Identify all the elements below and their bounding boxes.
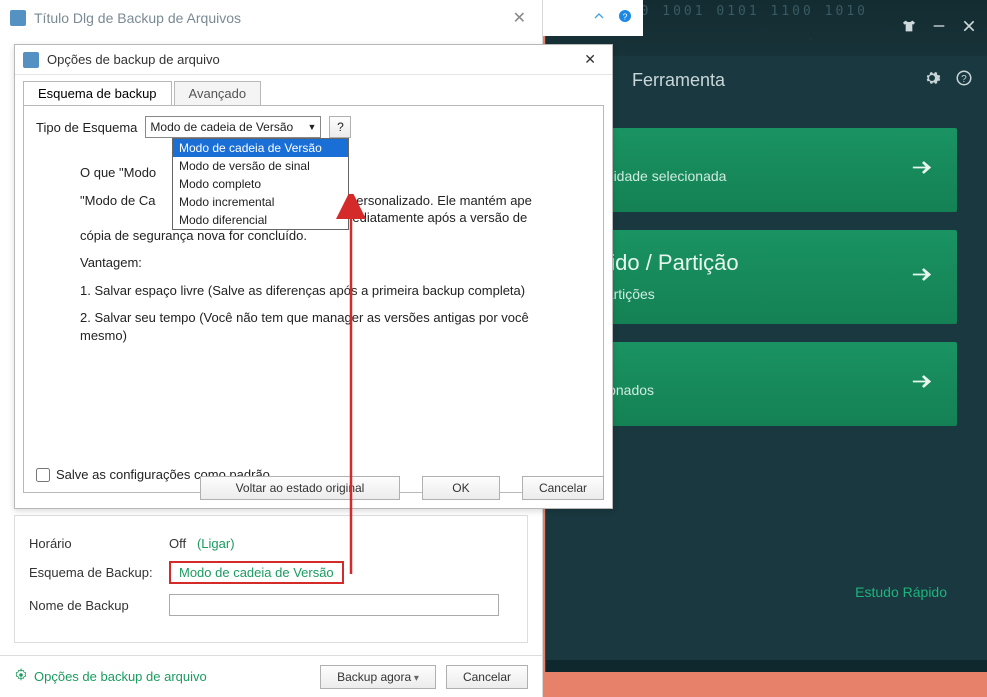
options-dialog: Opções de backup de arquivo ✕ Esquema de… (14, 44, 613, 509)
options-dialog-title: Opções de backup de arquivo (47, 52, 220, 67)
svg-text:?: ? (623, 11, 628, 21)
chevron-up-icon[interactable] (591, 8, 607, 29)
card-selected-drive[interactable]: unidade selecionada (576, 128, 957, 212)
help-button[interactable]: ? (329, 116, 351, 138)
schedule-value: Off (169, 536, 186, 551)
main-dialog-titlebar: Título Dlg de Backup de Arquivos ✕ (0, 0, 542, 36)
dropdown-item-chain[interactable]: Modo de cadeia de Versão (173, 139, 348, 157)
combo-selected-text: Modo de cadeia de Versão (150, 120, 293, 134)
scheme-label: Esquema de Backup: (29, 565, 169, 580)
tshirt-icon[interactable] (901, 18, 917, 39)
close-icon[interactable]: ✕ (507, 8, 532, 28)
app-icon (10, 10, 26, 26)
tab-advanced[interactable]: Avançado (174, 81, 262, 105)
scheme-type-label: Tipo de Esquema (36, 120, 137, 135)
scheme-type-dropdown: Modo de cadeia de Versão Modo de versão … (172, 138, 349, 230)
options-link-text: Opções de backup de arquivo (34, 669, 207, 684)
dropdown-item-signal[interactable]: Modo de versão de sinal (173, 157, 348, 175)
options-dialog-titlebar: Opções de backup de arquivo ✕ (15, 45, 612, 75)
backup-now-button[interactable]: Backup agora (320, 665, 436, 689)
menu-item-ferramenta[interactable]: Ferramenta (608, 70, 749, 91)
help-icon[interactable]: ? (955, 69, 973, 92)
gear-icon (14, 668, 28, 685)
card-partition[interactable]: gido / Partição partições (576, 230, 957, 324)
arrow-right-icon (909, 264, 935, 291)
restore-defaults-button[interactable]: Voltar ao estado original (200, 476, 400, 500)
desc-advantage-2: 2. Salvar seu tempo (Você não tem que ma… (80, 309, 560, 344)
app-icon (23, 52, 39, 68)
tab-pane-scheme: Tipo de Esquema Modo de cadeia de Versão… (23, 105, 604, 493)
card-title: gido / Partição (598, 250, 935, 276)
dropdown-item-differential[interactable]: Modo diferencial (173, 211, 348, 229)
desc-advantage-1: 1. Salvar espaço livre (Salve as diferen… (80, 282, 560, 300)
arrow-right-icon (909, 371, 935, 398)
desc-advantage-title: Vantagem: (80, 254, 560, 272)
scheme-type-combo[interactable]: Modo de cadeia de Versão ▼ (145, 116, 321, 138)
card-subtitle: partições (598, 286, 935, 302)
schedule-label: Horário (29, 536, 169, 551)
dropdown-item-complete[interactable]: Modo completo (173, 175, 348, 193)
cancel-button[interactable]: Cancelar (522, 476, 604, 500)
svg-text:?: ? (961, 73, 967, 84)
topstrip: ? (543, 0, 643, 36)
chevron-down-icon: ▼ (308, 122, 317, 132)
progress-strip (546, 660, 987, 672)
quick-study-link[interactable]: Estudo Rápido (855, 584, 947, 600)
help-circle-icon[interactable]: ? (617, 8, 633, 29)
close-icon[interactable]: ✕ (576, 49, 604, 70)
schedule-enable-link[interactable]: (Ligar) (197, 536, 235, 551)
main-dialog-footer: Opções de backup de arquivo Backup agora… (0, 655, 542, 697)
card-subtitle: unidade selecionada (598, 168, 935, 184)
ok-button[interactable]: OK (422, 476, 500, 500)
backup-name-input[interactable] (169, 594, 499, 616)
cancel-button[interactable]: Cancelar (446, 665, 528, 689)
card-subtitle: cionados (598, 382, 935, 398)
gear-icon[interactable] (923, 69, 941, 92)
scheme-value-highlight: Modo de cadeia de Versão (169, 561, 344, 584)
minimize-icon[interactable] (931, 18, 947, 39)
card-selected-items[interactable]: cionados (576, 342, 957, 426)
dropdown-item-incremental[interactable]: Modo incremental (173, 193, 348, 211)
arrow-right-icon (909, 157, 935, 184)
backup-name-label: Nome de Backup (29, 598, 169, 613)
close-icon[interactable] (961, 18, 977, 39)
options-link[interactable]: Opções de backup de arquivo (14, 668, 207, 685)
tab-scheme[interactable]: Esquema de backup (23, 81, 172, 105)
main-dialog-title: Título Dlg de Backup de Arquivos (34, 10, 241, 26)
